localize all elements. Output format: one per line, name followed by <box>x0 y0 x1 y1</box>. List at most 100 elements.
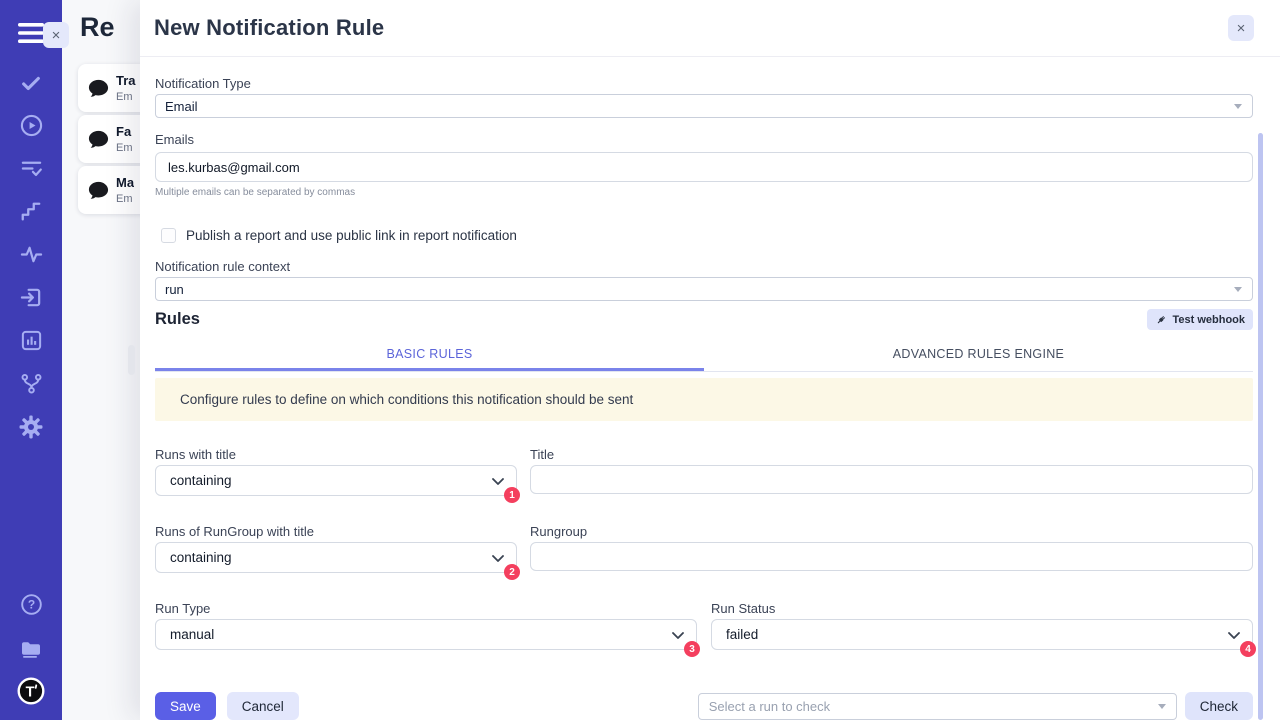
card-subtitle: Em <box>116 91 136 103</box>
panel-title: Re <box>80 12 115 43</box>
test-webhook-button[interactable]: Test webhook <box>1147 309 1253 330</box>
chevron-down-icon <box>672 632 684 640</box>
rungroup-input[interactable] <box>530 542 1253 571</box>
svg-text:?: ? <box>27 598 34 612</box>
chevron-down-icon <box>1228 632 1240 640</box>
emails-label: Emails <box>155 132 1253 147</box>
runs-of-rungroup-label: Runs of RunGroup with title <box>155 524 517 539</box>
runs-of-rungroup-select[interactable]: containing 2 <box>155 542 517 573</box>
rule-row-runs-with-title: Runs with title containing 1 Title <box>155 447 1253 496</box>
step-badge: 2 <box>504 564 520 580</box>
run-check-select[interactable]: Select a run to check <box>698 693 1177 720</box>
check-button[interactable]: Check <box>1185 692 1253 720</box>
context-select[interactable]: run <box>155 277 1253 301</box>
drawer-footer: Save Cancel Select a run to check Check <box>155 692 1253 720</box>
dropdown-arrow-icon <box>1234 287 1242 292</box>
app: ? T Re <box>0 0 1280 720</box>
run-type-label: Run Type <box>155 601 697 616</box>
logo-t-icon: T <box>16 676 46 706</box>
card-title: Fa <box>116 124 133 139</box>
bar-chart-icon <box>20 329 43 352</box>
drawer-body: Notification Type Email Emails Multiple … <box>140 76 1280 720</box>
runs-with-title-select[interactable]: containing 1 <box>155 465 517 496</box>
save-button[interactable]: Save <box>155 692 216 720</box>
folder-icon <box>19 636 43 660</box>
projects-button[interactable] <box>0 626 62 669</box>
cancel-button[interactable]: Cancel <box>227 692 299 720</box>
list-check-icon <box>20 157 43 180</box>
sidebar-item-runs[interactable] <box>0 104 62 147</box>
app-logo[interactable]: T <box>0 669 62 712</box>
emails-input[interactable] <box>155 152 1253 182</box>
check-icon <box>20 72 42 94</box>
title-label: Title <box>530 447 1253 462</box>
step-badge: 1 <box>504 487 520 503</box>
sidebar-item-settings[interactable] <box>0 405 62 448</box>
sidebar-item-tasks[interactable] <box>0 61 62 104</box>
runs-of-rungroup-value: containing <box>170 550 232 565</box>
webhook-plug-icon <box>1155 314 1167 326</box>
step-badge: 3 <box>684 641 700 657</box>
card-title: Ma <box>116 175 134 190</box>
rule-row-rungroup: Runs of RunGroup with title containing 2… <box>155 524 1253 573</box>
run-status-label: Run Status <box>711 601 1253 616</box>
sign-in-icon <box>20 286 43 309</box>
sidebar-item-connections[interactable] <box>0 276 62 319</box>
card-subtitle: Em <box>116 142 133 154</box>
page-title: New Notification Rule <box>154 15 384 41</box>
card-title: Tra <box>116 73 136 88</box>
steps-icon <box>20 201 42 223</box>
svg-text:T: T <box>26 684 35 700</box>
sidebar-item-steps[interactable] <box>0 190 62 233</box>
rules-tabs: BASIC RULES ADVANCED RULES ENGINE <box>155 339 1253 372</box>
new-notification-rule-drawer: New Notification Rule × Notification Typ… <box>140 0 1280 720</box>
gear-icon <box>19 415 43 439</box>
rules-banner: Configure rules to define on which condi… <box>155 378 1253 421</box>
run-status-value: failed <box>726 627 758 642</box>
chat-bubble-icon <box>87 128 110 151</box>
title-input[interactable] <box>530 465 1253 494</box>
dropdown-arrow-icon <box>1158 704 1166 709</box>
test-webhook-label: Test webhook <box>1172 314 1245 326</box>
tab-basic-rules[interactable]: BASIC RULES <box>155 339 704 371</box>
rules-form: Runs with title containing 1 Title <box>155 447 1253 650</box>
publish-report-checkbox[interactable] <box>161 228 176 243</box>
publish-report-checkbox-label: Publish a report and use public link in … <box>186 228 517 243</box>
notification-type-label: Notification Type <box>155 76 1253 91</box>
chevron-down-icon <box>492 555 504 563</box>
drawer-resize-handle[interactable] <box>128 345 135 375</box>
sidebar-item-dashboards[interactable] <box>0 319 62 362</box>
step-badge: 4 <box>1240 641 1256 657</box>
close-icon: × <box>1237 20 1246 37</box>
run-status-select[interactable]: failed 4 <box>711 619 1253 650</box>
scrollbar-thumb[interactable] <box>1258 133 1263 720</box>
close-icon: × <box>52 27 61 44</box>
sidebar-item-queue[interactable] <box>0 147 62 190</box>
activity-icon <box>20 243 43 266</box>
panel-close-button[interactable]: × <box>43 22 69 48</box>
run-check-placeholder: Select a run to check <box>709 699 830 714</box>
rule-row-run-type-status: Run Type manual 3 Run Status failed <box>155 601 1253 650</box>
context-label: Notification rule context <box>155 259 1253 274</box>
emails-helper: Multiple emails can be separated by comm… <box>155 187 1253 198</box>
dropdown-arrow-icon <box>1234 104 1242 109</box>
rules-heading: Rules <box>155 310 200 329</box>
sidebar-item-versions[interactable] <box>0 362 62 405</box>
runs-with-title-value: containing <box>170 473 232 488</box>
chevron-down-icon <box>492 478 504 486</box>
menu-icon <box>18 23 44 43</box>
branch-icon <box>20 372 43 395</box>
runs-with-title-label: Runs with title <box>155 447 517 462</box>
tab-advanced-rules-engine[interactable]: ADVANCED RULES ENGINE <box>704 339 1253 371</box>
run-type-select[interactable]: manual 3 <box>155 619 697 650</box>
chat-bubble-icon <box>87 179 110 202</box>
notification-type-select[interactable]: Email <box>155 94 1253 118</box>
help-button[interactable]: ? <box>0 583 62 626</box>
sidebar-item-monitoring[interactable] <box>0 233 62 276</box>
modal-close-button[interactable]: × <box>1228 15 1254 41</box>
publish-report-checkbox-row[interactable]: Publish a report and use public link in … <box>161 228 1253 243</box>
context-value: run <box>165 282 184 297</box>
sidebar: ? T <box>0 0 62 720</box>
run-type-value: manual <box>170 627 214 642</box>
card-subtitle: Em <box>116 193 134 205</box>
